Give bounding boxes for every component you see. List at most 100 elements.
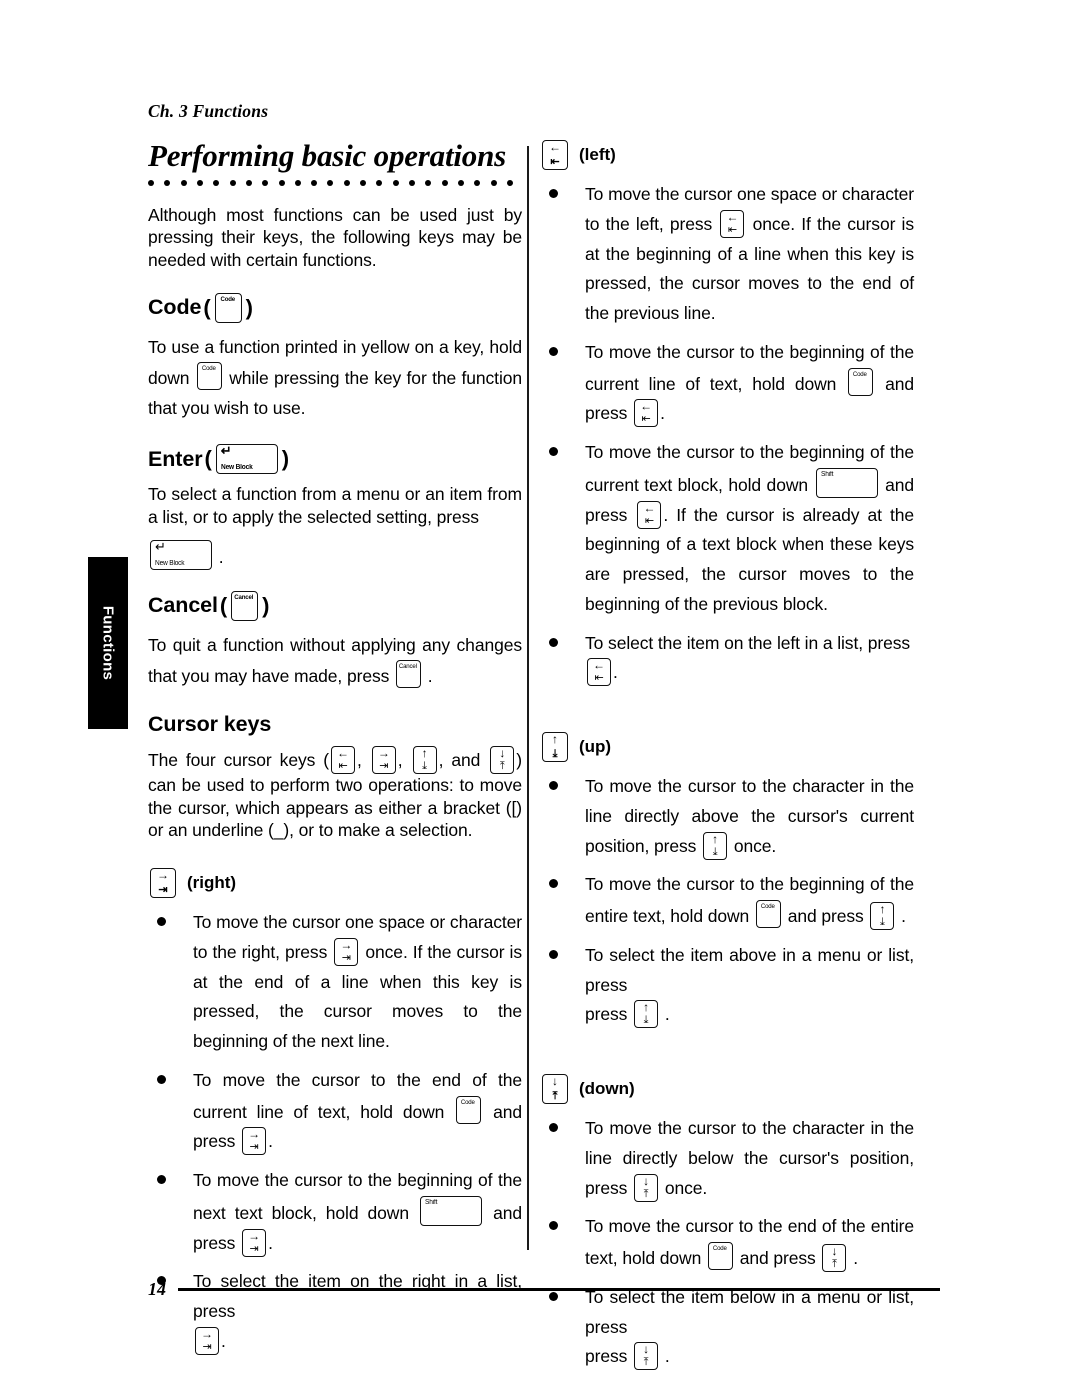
heading-left-key: ← ⇤ (left) xyxy=(540,140,914,170)
heading-cursor-keys: Cursor keys xyxy=(148,712,522,737)
rule-dot xyxy=(196,179,203,186)
rule-dot xyxy=(311,179,318,186)
rule-dot xyxy=(294,179,301,186)
heading-cursor-keys-label: Cursor keys xyxy=(148,711,272,736)
down-key-mark: ⤒ xyxy=(552,1090,558,1102)
cursor-keys-body: The four cursor keys ( ← ⇤ , → ⇥ , ↑ ⤓ ,… xyxy=(148,745,522,842)
right-cursor-key-icon: → ⇥ xyxy=(242,1228,267,1257)
rule-dot xyxy=(343,179,350,186)
left-cursor-key-icon: ← ⇤ xyxy=(634,399,659,428)
left-key-arrow: ← xyxy=(337,745,349,760)
shift-key-icon: Shift xyxy=(815,467,878,498)
code-body-line1: To use a function printed in yellow on a… xyxy=(148,336,485,357)
list-item: To move the cursor one space or characte… xyxy=(540,180,914,329)
right-key-arrow: → xyxy=(248,1228,261,1243)
paren-open: ( xyxy=(203,294,211,320)
rule-dot xyxy=(213,179,220,186)
heading-enter: Enter ( ↵ New Block ) xyxy=(148,444,522,475)
rule-dot xyxy=(245,179,252,186)
cancel-key-cap: Cancel xyxy=(234,593,254,601)
left-cursor-key-icon: ← ⇤ xyxy=(331,745,355,774)
up-cursor-key-icon: ↑ ⤓ xyxy=(412,745,437,774)
heading-up-key-label: (up) xyxy=(579,737,612,756)
rule-dot xyxy=(148,179,154,186)
bullet-text-3: . xyxy=(901,906,906,926)
cancel-body-text: To quit a function without applying any … xyxy=(148,634,522,686)
list-item: To move the cursor to the end of the cur… xyxy=(148,1066,522,1157)
bullet-text-3: . xyxy=(268,1232,273,1253)
bullet-text-2: . xyxy=(221,1330,226,1351)
up-key-mark: ⤓ xyxy=(880,916,885,928)
up-key-mark: ⤓ xyxy=(643,1014,649,1027)
left-key-arrow: ← xyxy=(593,658,605,673)
enter-key-icon: ↵ New Block xyxy=(150,539,212,570)
rule-dot xyxy=(425,179,432,186)
up-key-arrow: ↑ xyxy=(421,745,428,760)
heading-up-key: ↑ ⤓ (up) xyxy=(540,732,914,762)
list-item: To move the cursor to the beginning of t… xyxy=(540,870,914,932)
rule-dot xyxy=(360,179,367,186)
enter-key-cap: New Block xyxy=(155,559,185,567)
bullet-text-2: . xyxy=(664,1346,670,1367)
right-cursor-key-icon: → ⇥ xyxy=(195,1326,219,1355)
cancel-body-period: . xyxy=(427,665,433,686)
rule-dot xyxy=(278,179,285,186)
cursor-and: , and xyxy=(438,749,481,770)
right-key-mark: ⇥ xyxy=(249,1141,259,1154)
right-column: ← ⇤ (left) To move the cursor one space … xyxy=(540,140,914,1372)
bullet-text-2: once. xyxy=(664,1177,708,1198)
shift-key-cap: Shift xyxy=(425,1198,438,1206)
shift-key-icon: Shift xyxy=(420,1195,483,1226)
cursor-keys-intro: The four cursor keys ( xyxy=(148,749,329,770)
left-key-arrow: ← xyxy=(726,209,739,224)
right-cursor-key-icon: → ⇥ xyxy=(150,868,176,899)
cancel-key-cap: Cancel xyxy=(398,662,417,670)
code-key-cap: Code xyxy=(760,903,775,910)
code-key-icon: Code xyxy=(755,900,781,928)
cancel-body: To quit a function without applying any … xyxy=(148,630,522,691)
document-page: Ch. 3 Functions Functions Performing bas… xyxy=(0,0,1080,1397)
right-key-mark: ⇥ xyxy=(202,1340,212,1353)
bullet-text-2: . xyxy=(613,662,618,683)
rule-dot xyxy=(262,179,269,186)
bullet-text-3: . If the cursor is already at the beginn… xyxy=(585,504,914,614)
paren-close: ) xyxy=(262,592,270,618)
left-key-mark: ⇤ xyxy=(338,759,348,772)
rule-dot xyxy=(327,179,334,186)
bullet-text-3: . xyxy=(268,1131,273,1152)
code-key-cap: Code xyxy=(220,295,235,303)
page-title: Performing basic operations xyxy=(148,138,507,173)
paren-open: ( xyxy=(204,446,212,472)
paren-close: ) xyxy=(245,294,253,320)
cancel-key-icon: Cancel xyxy=(231,590,259,621)
rule-dot xyxy=(490,179,497,186)
down-key-arrow: ↓ xyxy=(643,1173,650,1188)
enter-body: To select a function from a menu or an i… xyxy=(148,483,522,529)
heading-right-key: → ⇥ (right) xyxy=(148,868,522,899)
intro-paragraph: Although most functions can be used just… xyxy=(148,204,522,271)
left-key-arrow: ← xyxy=(643,500,656,515)
code-key-icon: Code xyxy=(214,292,242,323)
up-cursor-key-icon: ↑ ⤓ xyxy=(634,1000,659,1029)
rule-dot xyxy=(409,179,415,186)
chapter-side-tab: Functions xyxy=(88,557,128,729)
down-key-mark: ⤒ xyxy=(832,1258,837,1270)
rule-dot xyxy=(441,179,448,186)
code-body: To use a function printed in yellow on a… xyxy=(148,332,522,423)
rule-dot xyxy=(180,179,187,186)
up-key-arrow: ↑ xyxy=(712,831,719,846)
down-key-bullet-list: To move the cursor to the character in t… xyxy=(540,1114,914,1372)
down-cursor-key-icon: ↓ ⤒ xyxy=(490,745,515,774)
up-key-arrow: ↑ xyxy=(643,1000,650,1015)
paren-open: ( xyxy=(219,592,228,618)
list-item: To move the cursor to the character in t… xyxy=(540,772,914,861)
left-cursor-key-icon: ← ⇤ xyxy=(587,658,611,687)
rule-dot xyxy=(506,179,513,186)
bullet-text-2: and press xyxy=(787,906,864,926)
left-key-mark: ⇤ xyxy=(550,156,560,168)
right-key-arrow: → xyxy=(157,868,169,883)
down-key-mark: ⤒ xyxy=(643,1187,649,1200)
bullet-text-3: . xyxy=(660,403,665,424)
code-key-cap: Code xyxy=(201,364,216,372)
heading-down-key-label: (down) xyxy=(579,1079,635,1098)
